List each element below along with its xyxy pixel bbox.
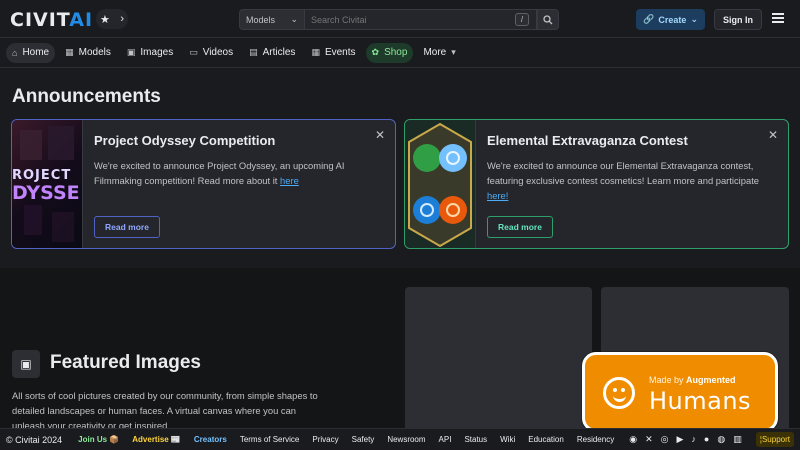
x-icon[interactable]: ✕ (645, 434, 653, 445)
event-badge[interactable]: ★ › (96, 9, 128, 29)
sign-in-button[interactable]: Sign In (714, 9, 762, 30)
card-title: Project Odyssey Competition (94, 133, 276, 148)
image-icon: ▣ (126, 47, 136, 57)
nav-images[interactable]: ▣ Images (121, 43, 179, 63)
chevron-down-icon: ⌄ (690, 14, 698, 24)
search-shortcut-key: / (515, 13, 529, 26)
support-label: Support (761, 435, 790, 444)
reddit-icon[interactable]: ● (704, 434, 709, 445)
footer-link[interactable]: API (439, 435, 452, 444)
featured-images-heading: Featured Images (50, 352, 201, 373)
featured-description: All sorts of cool pictures created by ou… (12, 390, 318, 428)
hamburger-menu-icon[interactable] (772, 11, 786, 25)
elemental-image (405, 120, 475, 248)
odyssey-image: ROJECT DYSSE (12, 120, 82, 248)
footer-join-link[interactable]: Join Us 📦 (78, 435, 119, 444)
nav-label: Videos (202, 47, 234, 58)
card-link[interactable]: here! (487, 190, 508, 201)
github-icon[interactable]: ◍ (717, 434, 725, 445)
instagram-icon[interactable]: ◎ (661, 434, 669, 445)
link-icon: 🔗 (643, 14, 655, 24)
home-icon: ⌂ (12, 47, 18, 58)
nav-articles[interactable]: ▤ Articles (243, 43, 301, 63)
nav-label: Shop (384, 47, 408, 58)
models-icon: ▦ (65, 47, 74, 57)
calendar-icon: ▦ (311, 47, 320, 57)
article-icon: ▤ (249, 47, 258, 57)
discord-icon[interactable]: ◉ (629, 434, 637, 445)
search-type-value: Models (246, 14, 276, 25)
nav-label: Events (324, 47, 356, 58)
elemental-artwork (408, 122, 472, 248)
shop-icon: ✿ (371, 47, 380, 57)
create-button[interactable]: 🔗 Create ⌄ (636, 9, 705, 30)
card-link[interactable]: here (280, 175, 299, 186)
search-icon (543, 14, 553, 24)
close-icon[interactable]: ✕ (375, 128, 385, 142)
chevron-right-icon: › (120, 13, 124, 25)
footer-link[interactable]: Status (464, 435, 487, 444)
footer-link[interactable]: Wiki (500, 435, 515, 444)
footer-link[interactable]: Newsroom (387, 435, 425, 444)
nav-label: More (423, 47, 447, 58)
badge-made-by: Made by Augmented (649, 375, 736, 385)
read-more-button[interactable]: Read more (487, 216, 553, 238)
top-header: CIVITAI ★› Models ⌄ / 🔗 Create ⌄ Sign In (0, 0, 800, 38)
main-nav: ⌂ Home ▦ Models ▣ Images ▭ Videos ▤ Articles … (0, 38, 800, 68)
photo-icon: ▣ (12, 350, 40, 378)
read-more-button[interactable]: Read more (94, 216, 160, 238)
card-title: Elemental Extravaganza Contest (487, 133, 688, 148)
star-icon: ★ (100, 13, 110, 26)
nav-label: Home (22, 47, 50, 58)
image-placeholder[interactable] (405, 287, 592, 432)
chevron-down-icon: ⌄ (290, 14, 298, 24)
footer: © Civitai 2024 Join Us 📦 Advertise 📰 Cre… (0, 428, 800, 450)
nav-models[interactable]: ▦ Models (59, 43, 117, 63)
footer-link[interactable]: Terms of Service (240, 435, 300, 444)
smiley-face-icon (603, 377, 635, 409)
close-icon[interactable]: ✕ (768, 128, 778, 142)
chevron-down-icon: ▾ (451, 47, 456, 57)
augmented-humans-badge: Made by Augmented Humans (582, 352, 778, 432)
copyright: © Civitai 2024 (6, 434, 63, 445)
civitai-logo[interactable]: CIVITAI (10, 9, 93, 31)
twitch-icon[interactable]: ▥ (733, 434, 742, 445)
nav-label: Articles (262, 47, 296, 58)
youtube-icon[interactable]: ▶ (676, 434, 683, 445)
nav-label: Models (78, 47, 111, 58)
card-body: We're excited to announce Project Odysse… (94, 160, 345, 186)
footer-link[interactable]: Residency (577, 435, 614, 444)
search-input[interactable] (305, 9, 537, 30)
nav-label: Images (140, 47, 174, 58)
announcement-card-odyssey: ROJECT DYSSE Project Odyssey Competition … (11, 119, 396, 249)
tiktok-icon[interactable]: ♪ (691, 434, 696, 445)
support-button[interactable]: ¦ Support (755, 432, 794, 447)
announcements-heading: Announcements (12, 86, 161, 107)
search-button[interactable] (537, 9, 559, 30)
nav-events[interactable]: ▦ Events (305, 43, 361, 63)
card-divider (82, 120, 83, 248)
footer-advertise-link[interactable]: Advertise 📰 (132, 435, 181, 444)
footer-link[interactable]: Safety (352, 435, 375, 444)
footer-link[interactable]: Education (528, 435, 564, 444)
announcement-card-elemental: Elemental Extravaganza Contest We're exc… (404, 119, 789, 249)
odyssey-image-text: ROJECT DYSSE (12, 168, 80, 204)
badge-humans: Humans (649, 387, 752, 415)
footer-creators-link[interactable]: Creators (194, 435, 227, 444)
social-links: ◉ ✕ ◎ ▶ ♪ ● ◍ ▥ (629, 434, 742, 445)
create-label: Create (658, 14, 687, 25)
card-divider (475, 120, 476, 248)
video-icon: ▭ (189, 47, 198, 57)
nav-shop[interactable]: ✿ Shop (365, 42, 414, 63)
nav-videos[interactable]: ▭ Videos (183, 43, 239, 63)
nav-home[interactable]: ⌂ Home (6, 42, 56, 63)
card-body: We're excited to announce our Elemental … (487, 160, 760, 201)
nav-more[interactable]: More ▾ (417, 43, 461, 63)
search-bar: Models ⌄ / (239, 9, 559, 30)
search-type-select[interactable]: Models ⌄ (239, 9, 305, 30)
footer-link[interactable]: Privacy (312, 435, 338, 444)
